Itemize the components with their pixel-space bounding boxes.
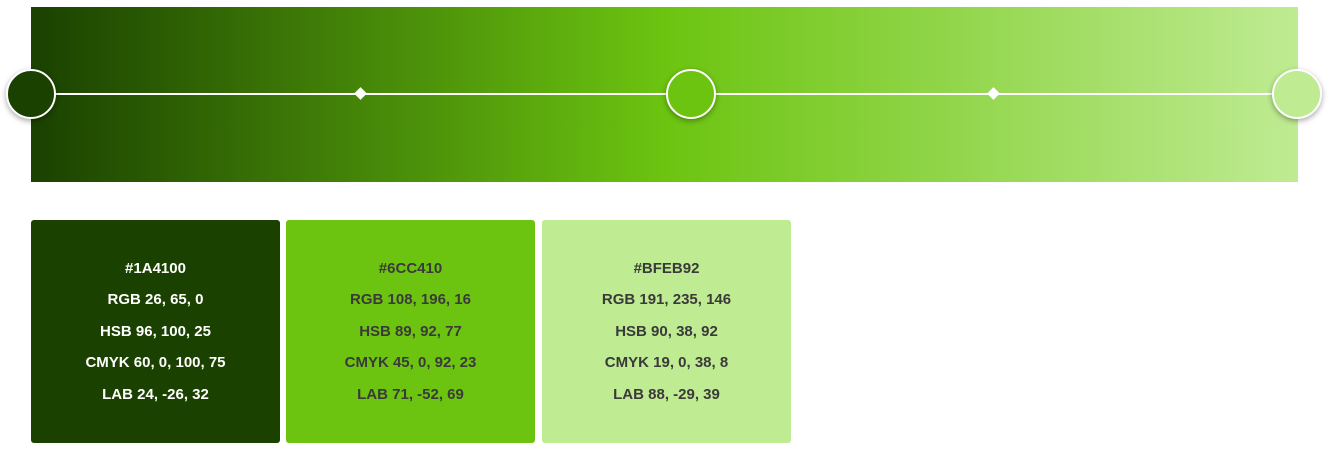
swatch-cmyk: CMYK 45, 0, 92, 23 — [344, 354, 477, 372]
swatch-lab: LAB 88, -29, 39 — [613, 385, 720, 403]
swatch-card-3[interactable]: #BFEB92 RGB 191, 235, 146 HSB 90, 38, 92… — [542, 220, 791, 443]
swatch-rgb: RGB 108, 196, 16 — [350, 291, 471, 309]
swatch-rgb: RGB 26, 65, 0 — [107, 291, 204, 309]
swatch-hsb: HSB 89, 92, 77 — [359, 322, 462, 340]
swatch-hex: #6CC410 — [378, 259, 443, 277]
gradient-track — [31, 93, 1298, 95]
swatch-card-1[interactable]: #1A4100 RGB 26, 65, 0 HSB 96, 100, 25 CM… — [31, 220, 280, 443]
color-stop-handle-1[interactable] — [6, 69, 56, 119]
color-stop-handle-3[interactable] — [1272, 69, 1322, 119]
swatch-cmyk: CMYK 19, 0, 38, 8 — [604, 354, 729, 372]
swatch-cmyk: CMYK 60, 0, 100, 75 — [85, 354, 226, 372]
swatch-card-2[interactable]: #6CC410 RGB 108, 196, 16 HSB 89, 92, 77 … — [286, 220, 535, 443]
swatch-lab: LAB 24, -26, 32 — [102, 385, 209, 403]
swatch-hsb: HSB 96, 100, 25 — [100, 322, 211, 340]
color-stop-handle-2[interactable] — [666, 69, 716, 119]
swatch-lab: LAB 71, -52, 69 — [357, 385, 464, 403]
swatch-hsb: HSB 90, 38, 92 — [615, 322, 718, 340]
swatch-hex: #1A4100 — [125, 259, 186, 277]
swatch-rgb: RGB 191, 235, 146 — [601, 291, 732, 309]
swatch-hex: #BFEB92 — [633, 259, 700, 277]
